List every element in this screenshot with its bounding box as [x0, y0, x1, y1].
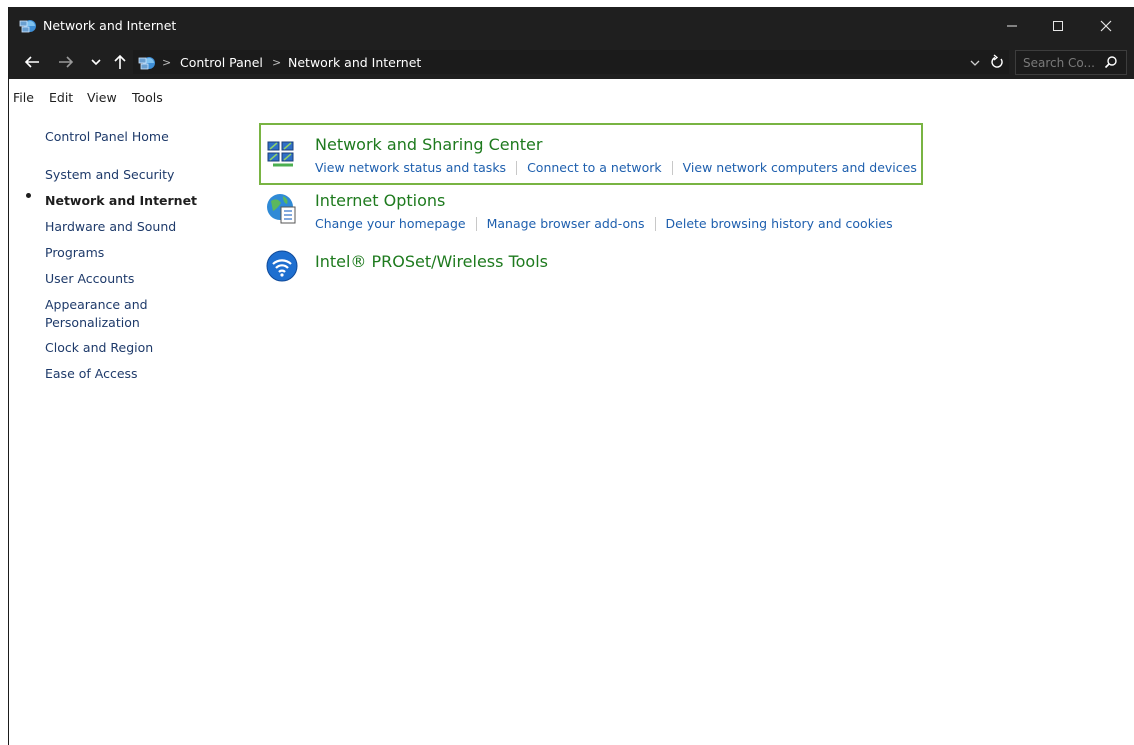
link-connect-to-network[interactable]: Connect to a network — [527, 160, 662, 175]
search-placeholder: Search Co... — [1023, 56, 1095, 70]
breadcrumb-separator: > — [162, 56, 172, 69]
maximize-button[interactable] — [1035, 7, 1081, 45]
address-field[interactable]: > Control Panel > Network and Internet — [133, 50, 1009, 74]
menu-file[interactable]: File — [13, 90, 34, 105]
recent-locations-button[interactable] — [89, 53, 103, 71]
link-divider — [516, 160, 518, 175]
nav-appearance-line1[interactable]: Appearance and — [45, 297, 148, 312]
wireless-tools-icon — [266, 250, 298, 282]
breadcrumb-separator: > — [272, 56, 282, 69]
maximize-icon — [1053, 21, 1063, 31]
menu-tools[interactable]: Tools — [132, 90, 163, 105]
link-divider — [475, 216, 477, 231]
menu-bar: File Edit View Tools — [9, 79, 1134, 119]
back-button[interactable] — [23, 53, 41, 71]
nav-ease-of-access[interactable]: Ease of Access — [45, 366, 138, 381]
nav-system-and-security[interactable]: System and Security — [45, 167, 174, 182]
breadcrumb-network-and-internet[interactable]: Network and Internet — [288, 55, 421, 70]
chevron-down-icon — [91, 59, 101, 66]
category-links-network-sharing: View network status and tasks Connect to… — [315, 160, 917, 175]
menu-edit[interactable]: Edit — [49, 90, 73, 105]
nav-clock-and-region[interactable]: Clock and Region — [45, 340, 153, 355]
link-manage-addons[interactable]: Manage browser add-ons — [487, 216, 645, 231]
network-location-icon — [138, 57, 155, 70]
refresh-icon — [991, 54, 1003, 68]
nav-network-and-internet: Network and Internet — [45, 193, 198, 208]
forward-button[interactable] — [57, 53, 75, 71]
nav-appearance-line2[interactable]: Personalization — [45, 315, 140, 330]
chevron-down-icon — [970, 60, 980, 66]
link-view-network-status[interactable]: View network status and tasks — [315, 160, 506, 175]
category-title-wireless-tools[interactable]: Intel® PROSet/Wireless Tools — [315, 252, 548, 271]
category-title-network-sharing[interactable]: Network and Sharing Center — [315, 135, 542, 154]
search-icon — [1104, 56, 1117, 69]
category-title-internet-options[interactable]: Internet Options — [315, 191, 445, 210]
link-change-homepage[interactable]: Change your homepage — [315, 216, 466, 231]
nav-programs[interactable]: Programs — [45, 245, 104, 260]
address-bar: > Control Panel > Network and Internet S… — [9, 45, 1134, 79]
refresh-button[interactable] — [990, 54, 1004, 74]
nav-user-accounts[interactable]: User Accounts — [45, 271, 134, 286]
internet-options-icon — [267, 194, 296, 224]
link-view-network-computers[interactable]: View network computers and devices — [683, 160, 917, 175]
breadcrumb-control-panel[interactable]: Control Panel — [180, 55, 263, 70]
link-delete-browsing-history[interactable]: Delete browsing history and cookies — [666, 216, 893, 231]
minimize-icon — [1007, 25, 1017, 27]
current-item-bullet — [26, 193, 31, 198]
arrow-right-icon — [59, 56, 74, 68]
arrow-up-icon — [114, 54, 126, 69]
arrow-left-icon — [24, 56, 39, 68]
network-app-icon — [19, 20, 36, 33]
address-dropdown-button[interactable] — [970, 56, 980, 71]
close-icon — [1100, 20, 1112, 32]
title-bar: Network and Internet — [9, 7, 1134, 45]
link-divider — [654, 216, 656, 231]
control-panel-window: Network and Internet > Control Panel > N… — [8, 7, 1134, 745]
nav-hardware-and-sound[interactable]: Hardware and Sound — [45, 219, 176, 234]
close-button[interactable] — [1083, 7, 1129, 45]
network-sharing-icon — [267, 141, 294, 167]
link-divider — [671, 160, 673, 175]
minimize-button[interactable] — [989, 7, 1035, 45]
menu-view[interactable]: View — [87, 90, 117, 105]
search-input[interactable]: Search Co... — [1015, 50, 1127, 75]
up-button[interactable] — [113, 53, 127, 71]
nav-control-panel-home[interactable]: Control Panel Home — [45, 129, 169, 144]
category-links-internet-options: Change your homepage Manage browser add-… — [315, 216, 893, 231]
window-title: Network and Internet — [43, 18, 177, 33]
category-highlight — [259, 123, 923, 185]
